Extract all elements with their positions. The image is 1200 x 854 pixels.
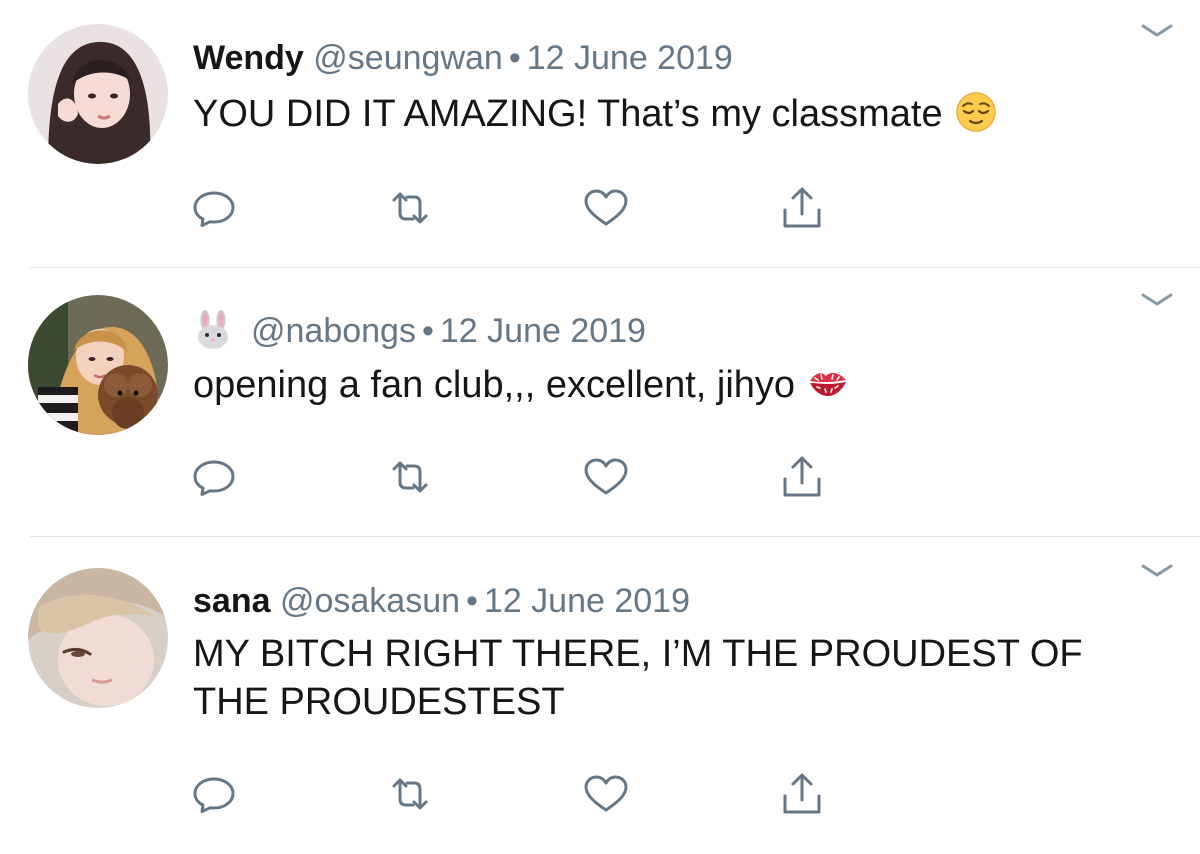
relieved-face-icon	[955, 92, 996, 132]
user-handle[interactable]: @seungwan	[313, 39, 503, 77]
share-icon	[783, 456, 821, 497]
like-button[interactable]	[582, 772, 630, 816]
share-button[interactable]	[778, 772, 826, 816]
tweet-divider	[30, 536, 1200, 537]
user-handle[interactable]: @osakasun	[280, 582, 460, 620]
reply-button[interactable]	[190, 772, 238, 816]
tweet-divider	[30, 267, 1200, 268]
tweet[interactable]: Wendy @seungwan • 12 June 2019 YOU DID IT …	[0, 0, 1200, 268]
tweet-header: Wendy @seungwan • 12 June 2019	[193, 38, 733, 78]
share-button[interactable]	[778, 186, 826, 230]
retweet-icon	[392, 461, 428, 493]
tweet-actions	[190, 186, 840, 230]
separator-dot: •	[508, 39, 521, 77]
tweet-text: YOU DID IT AMAZING! That’s my classmate	[193, 90, 1153, 138]
heart-icon	[584, 458, 628, 495]
reply-icon	[193, 191, 235, 227]
tweet[interactable]: @nabongs • 12 June 2019 opening a fan club…	[0, 269, 1200, 537]
share-icon	[783, 773, 821, 814]
display-name[interactable]: Wendy	[193, 39, 304, 77]
chevron-down-icon[interactable]	[1140, 22, 1174, 40]
separator-dot: •	[466, 582, 478, 620]
rabbit-face-icon[interactable]	[193, 310, 233, 350]
timeline: Wendy @seungwan • 12 June 2019 YOU DID IT …	[0, 0, 1200, 854]
tweet-header: sana @osakasun • 12 June 2019	[193, 581, 690, 621]
tweet-actions	[190, 772, 840, 816]
tweet-actions	[190, 455, 840, 499]
tweet-text: MY BITCH RIGHT THERE, I’M THE PROUDEST O…	[193, 630, 1153, 726]
avatar[interactable]	[28, 24, 168, 164]
tweet-text-content: YOU DID IT AMAZING! That’s my classmate	[193, 93, 943, 135]
avatar[interactable]	[28, 568, 168, 708]
share-button[interactable]	[778, 455, 826, 499]
retweet-icon	[392, 192, 428, 224]
heart-icon	[584, 189, 628, 226]
retweet-button[interactable]	[386, 186, 434, 230]
reply-button[interactable]	[190, 455, 238, 499]
chevron-down-icon[interactable]	[1140, 562, 1174, 580]
display-name[interactable]: sana	[193, 582, 271, 620]
tweet-text-content: opening a fan club,,, excellent, jihyo	[193, 364, 796, 406]
chevron-down-icon[interactable]	[1140, 291, 1174, 309]
retweet-icon	[392, 778, 428, 810]
tweet[interactable]: sana @osakasun • 12 June 2019 MY BITCH RIG…	[0, 538, 1200, 854]
reply-button[interactable]	[190, 186, 238, 230]
tweet-header: @nabongs • 12 June 2019	[193, 310, 646, 351]
tweet-text-content: MY BITCH RIGHT THERE, I’M THE PROUDEST O…	[193, 633, 1083, 723]
reply-icon	[193, 777, 235, 813]
tweet-date[interactable]: 12 June 2019	[440, 312, 646, 350]
avatar[interactable]	[28, 295, 168, 435]
heart-icon	[584, 775, 628, 812]
share-icon	[783, 187, 821, 228]
like-button[interactable]	[582, 186, 630, 230]
retweet-button[interactable]	[386, 455, 434, 499]
reply-icon	[193, 460, 235, 496]
kiss-mark-icon	[810, 372, 847, 396]
like-button[interactable]	[582, 455, 630, 499]
user-handle[interactable]: @nabongs	[251, 312, 416, 350]
tweet-date[interactable]: 12 June 2019	[527, 39, 733, 77]
tweet-date[interactable]: 12 June 2019	[484, 582, 690, 620]
retweet-button[interactable]	[386, 772, 434, 816]
tweet-text: opening a fan club,,, excellent, jihyo	[193, 361, 1153, 409]
separator-dot: •	[421, 312, 434, 350]
